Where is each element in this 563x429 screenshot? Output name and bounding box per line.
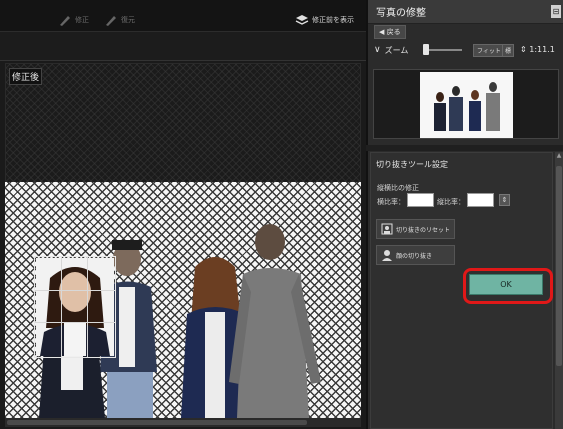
ok-button[interactable]: OK xyxy=(469,274,543,295)
layers-icon xyxy=(295,15,309,25)
thumbnail-people xyxy=(434,82,500,131)
scrollbar-thumb[interactable] xyxy=(556,166,562,366)
crop-settings-title: 切り抜きツール設定 xyxy=(376,160,448,169)
panel-title: 写真の修整 xyxy=(376,8,426,19)
show-before-label: 修正前を表示 xyxy=(312,16,354,24)
height-ratio-input[interactable] xyxy=(467,193,494,207)
crop-frame[interactable] xyxy=(34,256,116,358)
editor-toolbar: 修正 復元 修正前を表示 xyxy=(0,0,366,32)
undo-label: 修正 xyxy=(75,16,89,24)
person-figure xyxy=(229,224,321,418)
zoom-label: ズーム xyxy=(384,45,409,55)
face-icon xyxy=(382,250,392,261)
brush-icon xyxy=(60,16,70,26)
width-ratio-label: 横比率： xyxy=(377,198,405,206)
redo-label: 復元 xyxy=(121,16,135,24)
aspect-ratio-label: 縦横比の修正 xyxy=(377,184,419,192)
zoom-value-text: 1:11.1 xyxy=(529,45,555,54)
back-label: 戻る xyxy=(386,28,401,36)
reset-crop-label: 切り抜きのリセット xyxy=(396,226,451,234)
swap-ratio-icon[interactable]: ⇕ xyxy=(499,194,510,206)
chevron-down-icon[interactable]: ∨ xyxy=(374,45,381,55)
back-button[interactable]: ◀ 戻る xyxy=(374,25,406,39)
panel-divider xyxy=(366,145,563,151)
zoom-value[interactable]: ⇕ 1:11.1 xyxy=(520,45,555,54)
navigator-photo[interactable] xyxy=(420,72,513,138)
redo-button[interactable]: 復元 xyxy=(104,13,135,27)
reset-crop-button[interactable]: 切り抜きのリセット xyxy=(376,219,455,239)
panel-close-icon[interactable]: ⊟ xyxy=(551,5,561,18)
vertical-scrollbar[interactable]: ▲ xyxy=(555,152,563,429)
zoom-slider-handle[interactable] xyxy=(423,44,429,55)
back-arrow-icon: ◀ xyxy=(379,28,387,36)
back-row: ◀ 戻る xyxy=(368,24,563,40)
toolbar-strip xyxy=(0,32,366,60)
after-label: 修正後 xyxy=(9,68,43,85)
scroll-up-icon[interactable]: ▲ xyxy=(556,153,562,159)
width-ratio-input[interactable] xyxy=(407,193,434,207)
crop-reset-icon xyxy=(381,223,393,235)
horizontal-scrollbar[interactable] xyxy=(5,418,361,427)
face-crop-button[interactable]: 顔の切り抜き xyxy=(376,245,455,265)
face-crop-label: 顔の切り抜き xyxy=(396,252,433,260)
height-ratio-label: 縦比率： xyxy=(437,198,465,206)
actual-size-button[interactable]: 標 xyxy=(502,44,515,57)
zoom-slider-track[interactable] xyxy=(428,49,462,51)
fit-button[interactable]: フィット xyxy=(473,44,505,57)
zoom-row: ∨ ズーム フィット 標 ⇕ 1:11.1 xyxy=(368,40,563,60)
panel-header: 写真の修整 ⊟ xyxy=(368,0,563,24)
scrollbar-thumb[interactable] xyxy=(7,420,307,425)
brush-icon xyxy=(106,16,116,26)
undo-button[interactable]: 修正 xyxy=(58,13,89,27)
show-before-button[interactable]: 修正前を表示 xyxy=(295,13,354,27)
